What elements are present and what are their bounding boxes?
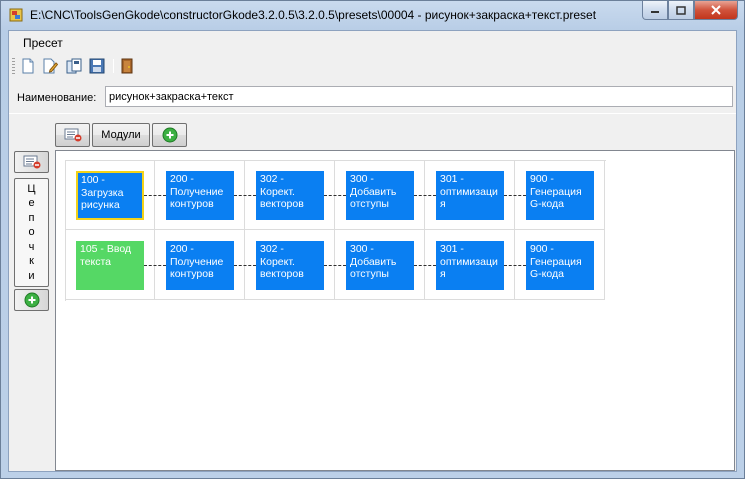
window-title: E:\CNC\ToolsGenGkode\constructorGkode3.2… (30, 8, 597, 22)
save-icon (89, 58, 105, 74)
toolbar-grip[interactable] (12, 58, 15, 74)
tab-chains[interactable]: Ц е п о ч к и (14, 178, 49, 287)
module-node[interactable]: 900 - Генерация G-кода (526, 241, 594, 290)
new-file-button[interactable] (19, 57, 37, 75)
tab-letter: и (28, 269, 35, 282)
menu-preset[interactable]: Пресет (23, 36, 63, 50)
maximize-icon (676, 5, 686, 15)
module-node[interactable]: 200 - Получение контуров (166, 171, 234, 220)
module-node[interactable]: 301 - оптимизаци я (436, 241, 504, 290)
remove-list-icon (23, 155, 40, 169)
close-icon (711, 5, 721, 15)
window-controls (642, 1, 738, 21)
module-node[interactable]: 900 - Генерация G-кода (526, 171, 594, 220)
add-chain-button[interactable] (14, 289, 49, 311)
tab-letter: Ц (27, 182, 36, 195)
chains-canvas: 100 - Загрузка рисунка 200 - Получение ко… (55, 150, 735, 471)
new-file-icon (22, 58, 34, 74)
module-node[interactable]: 302 - Корект. векторов (256, 241, 324, 290)
minimize-icon (651, 11, 659, 13)
toolbar (9, 53, 736, 79)
title-bar: E:\CNC\ToolsGenGkode\constructorGkode3.2… (1, 1, 744, 29)
module-node[interactable]: 300 - Добавить отступы (346, 241, 414, 290)
modules-button[interactable]: Модули (92, 123, 150, 147)
tab-letter: е (28, 197, 35, 210)
maximize-button[interactable] (668, 1, 694, 20)
app-window: E:\CNC\ToolsGenGkode\constructorGkode3.2… (0, 0, 745, 479)
module-node[interactable]: 200 - Получение контуров (166, 241, 234, 290)
module-node[interactable]: 100 - Загрузка рисунка (76, 171, 144, 220)
copy-icon (66, 58, 82, 74)
main-area: Пресет Наименование: рисунок+закраска+те… (8, 30, 737, 472)
add-icon (24, 292, 39, 308)
remove-chain-button[interactable] (14, 151, 49, 173)
remove-module-button[interactable] (55, 123, 90, 147)
name-label: Наименование: (17, 92, 97, 104)
tab-letter: п (28, 211, 35, 224)
app-icon (9, 8, 23, 22)
tab-letter: к (29, 255, 34, 268)
copy-button[interactable] (65, 57, 83, 75)
add-module-button[interactable] (152, 123, 187, 147)
minimize-button[interactable] (642, 1, 668, 20)
chains-grid: 100 - Загрузка рисунка 200 - Получение ко… (65, 160, 606, 301)
add-icon (162, 127, 177, 143)
module-node[interactable]: 105 - Ввод текста (76, 241, 144, 290)
toolbar-separator (113, 59, 114, 73)
edit-file-button[interactable] (41, 57, 59, 75)
divider (9, 113, 736, 114)
tab-letter: о (28, 226, 35, 239)
tab-letter: ч (28, 240, 35, 253)
module-node[interactable]: 300 - Добавить отступы (346, 171, 414, 220)
exit-door-icon (121, 58, 133, 74)
exit-button[interactable] (118, 57, 136, 75)
module-node[interactable]: 302 - Корект. векторов (256, 171, 324, 220)
edit-file-icon (43, 58, 58, 74)
module-node[interactable]: 301 - оптимизаци я (436, 171, 504, 220)
name-input[interactable] (105, 86, 733, 107)
close-button[interactable] (694, 1, 738, 20)
menu-bar: Пресет (9, 31, 736, 53)
save-button[interactable] (88, 57, 106, 75)
remove-list-icon (64, 128, 81, 142)
